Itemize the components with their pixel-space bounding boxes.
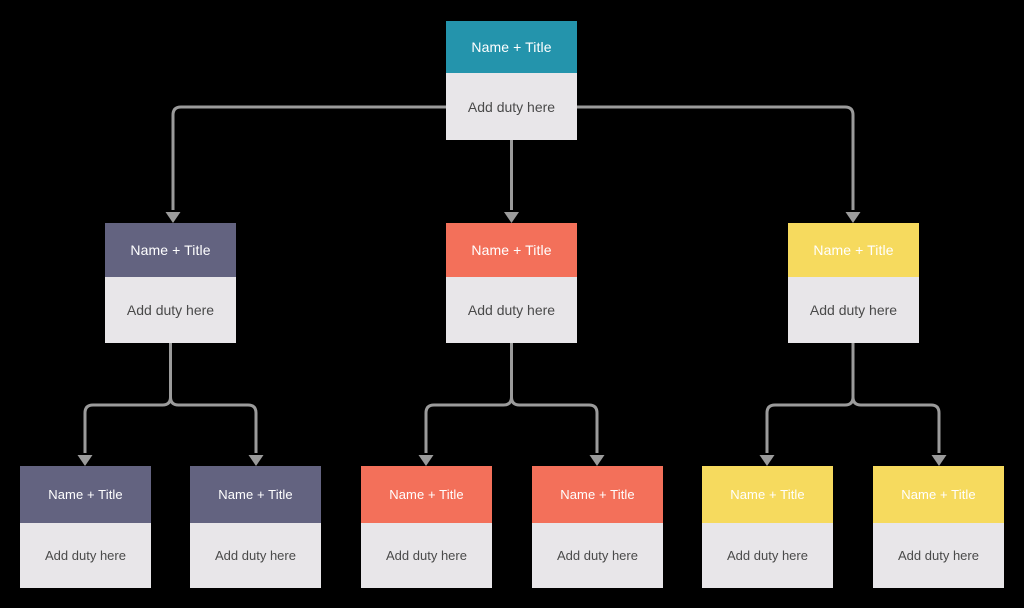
org-node-branch-right[interactable]: Name + Title Add duty here	[788, 223, 919, 343]
arrowhead-icon	[418, 455, 434, 466]
org-node-body[interactable]: Add duty here	[20, 523, 151, 588]
org-node-body[interactable]: Add duty here	[361, 523, 492, 588]
org-node-header[interactable]: Name + Title	[20, 466, 151, 523]
arrowhead-icon	[248, 455, 264, 466]
org-node-header[interactable]: Name + Title	[446, 223, 577, 277]
org-node-body[interactable]: Add duty here	[788, 277, 919, 343]
org-node-header[interactable]: Name + Title	[361, 466, 492, 523]
org-node-header[interactable]: Name + Title	[873, 466, 1004, 523]
org-node-branch-center[interactable]: Name + Title Add duty here	[446, 223, 577, 343]
org-node-leaf-6[interactable]: Name + Title Add duty here	[873, 466, 1004, 588]
org-node-header[interactable]: Name + Title	[532, 466, 663, 523]
connector-line	[510, 396, 599, 453]
org-node-header[interactable]: Name + Title	[446, 21, 577, 73]
org-node-leaf-5[interactable]: Name + Title Add duty here	[702, 466, 833, 588]
org-node-body[interactable]: Add duty here	[190, 523, 321, 588]
arrowhead-icon	[759, 455, 775, 466]
connector-line	[424, 343, 513, 453]
org-node-leaf-2[interactable]: Name + Title Add duty here	[190, 466, 321, 588]
org-node-body[interactable]: Add duty here	[873, 523, 1004, 588]
org-node-body[interactable]: Add duty here	[532, 523, 663, 588]
arrowhead-icon	[504, 212, 519, 223]
org-node-header[interactable]: Name + Title	[105, 223, 236, 277]
arrowhead-icon	[165, 212, 181, 223]
org-node-leaf-4[interactable]: Name + Title Add duty here	[532, 466, 663, 588]
org-chart-canvas: Name + Title Add duty here Name + Title Add…	[0, 0, 1024, 608]
arrowhead-icon	[77, 455, 93, 466]
org-node-header[interactable]: Name + Title	[702, 466, 833, 523]
org-node-branch-left[interactable]: Name + Title Add duty here	[105, 223, 236, 343]
org-node-leaf-1[interactable]: Name + Title Add duty here	[20, 466, 151, 588]
org-node-header[interactable]: Name + Title	[788, 223, 919, 277]
connector-line	[765, 343, 855, 453]
org-node-root[interactable]: Name + Title Add duty here	[446, 21, 577, 140]
arrowhead-icon	[589, 455, 605, 466]
connector-line	[83, 343, 172, 453]
connector-line	[169, 396, 258, 453]
arrowhead-icon	[931, 455, 947, 466]
org-node-body[interactable]: Add duty here	[702, 523, 833, 588]
connector-line	[851, 396, 941, 453]
org-node-leaf-3[interactable]: Name + Title Add duty here	[361, 466, 492, 588]
org-node-header[interactable]: Name + Title	[190, 466, 321, 523]
org-node-body[interactable]: Add duty here	[105, 277, 236, 343]
org-node-body[interactable]: Add duty here	[446, 73, 577, 140]
org-node-body[interactable]: Add duty here	[446, 277, 577, 343]
arrowhead-icon	[845, 212, 861, 223]
